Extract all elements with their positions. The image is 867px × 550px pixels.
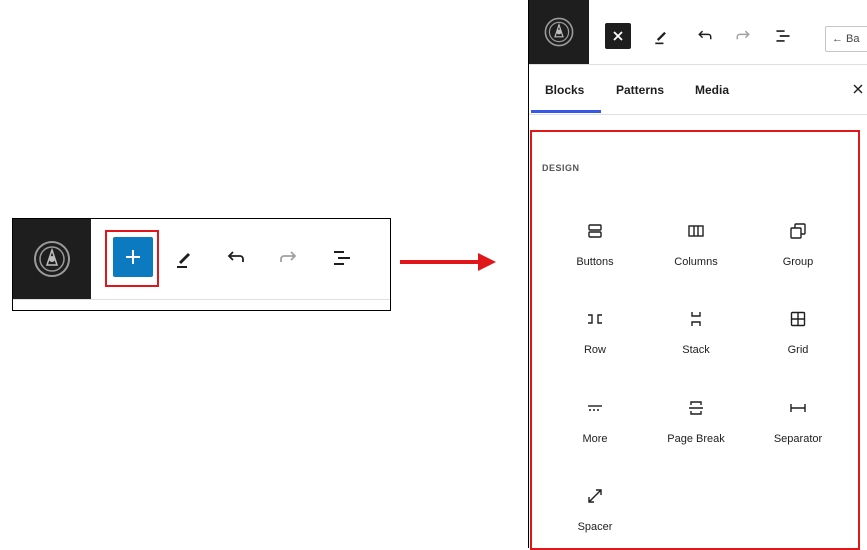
block-label: Page Break (667, 433, 725, 445)
arrow-head-icon (478, 253, 496, 271)
pencil-icon[interactable] (171, 245, 197, 271)
close-icon (613, 31, 623, 41)
block-separator[interactable]: Separator (748, 389, 848, 459)
block-label: Buttons (576, 256, 614, 268)
block-label: Group (782, 256, 814, 268)
add-block-button[interactable] (113, 237, 153, 277)
undo-icon[interactable] (223, 245, 249, 271)
block-label: Stack (682, 344, 710, 356)
block-more[interactable]: More (545, 389, 645, 459)
block-label: More (582, 433, 608, 445)
toolbar-divider (13, 299, 390, 300)
list-view-icon[interactable] (329, 245, 355, 271)
tab-media[interactable]: Media (695, 64, 729, 114)
plus-icon (126, 250, 140, 264)
editor-toolbar-zoomed (12, 218, 391, 311)
spacer-icon (584, 485, 606, 507)
columns-icon (685, 220, 707, 242)
group-icon (787, 220, 809, 242)
active-tab-indicator (531, 110, 601, 113)
close-panel-button[interactable] (849, 80, 867, 98)
block-stack[interactable]: Stack (646, 300, 746, 370)
buttons-icon (584, 220, 606, 242)
row-icon (584, 308, 606, 330)
site-logo-icon[interactable] (13, 219, 91, 299)
tab-blocks[interactable]: Blocks (545, 64, 584, 114)
block-grid[interactable]: Grid (748, 300, 848, 370)
undo-icon[interactable] (693, 24, 717, 48)
list-view-icon[interactable] (771, 24, 795, 48)
inserter-tabs: Blocks Patterns Media (529, 64, 867, 115)
block-label: Columns (674, 256, 718, 268)
block-label: Grid (787, 344, 809, 356)
block-buttons[interactable]: Buttons (545, 212, 645, 282)
editor-top-bar: ← Ba (529, 0, 867, 65)
block-label: Separator (773, 433, 823, 445)
redo-icon[interactable] (731, 24, 755, 48)
pencil-icon[interactable] (649, 24, 673, 48)
back-button[interactable]: ← Ba (825, 26, 867, 52)
grid-icon (787, 308, 809, 330)
tab-patterns[interactable]: Patterns (616, 64, 664, 114)
block-row[interactable]: Row (545, 300, 645, 370)
block-label: Row (583, 344, 606, 356)
close-icon (853, 84, 863, 94)
block-label: Spacer (577, 521, 613, 533)
separator-icon (787, 397, 809, 419)
block-group[interactable]: Group (748, 212, 848, 282)
site-logo-icon[interactable] (529, 0, 589, 64)
close-inserter-button[interactable] (605, 23, 631, 49)
section-title: DESIGN (542, 163, 580, 173)
more-icon (584, 397, 606, 419)
block-columns[interactable]: Columns (646, 212, 746, 282)
arrow-line (400, 260, 480, 264)
page-break-icon (685, 397, 707, 419)
stack-icon (685, 308, 707, 330)
block-page-break[interactable]: Page Break (646, 389, 746, 459)
redo-icon[interactable] (275, 245, 301, 271)
block-spacer[interactable]: Spacer (545, 477, 645, 547)
